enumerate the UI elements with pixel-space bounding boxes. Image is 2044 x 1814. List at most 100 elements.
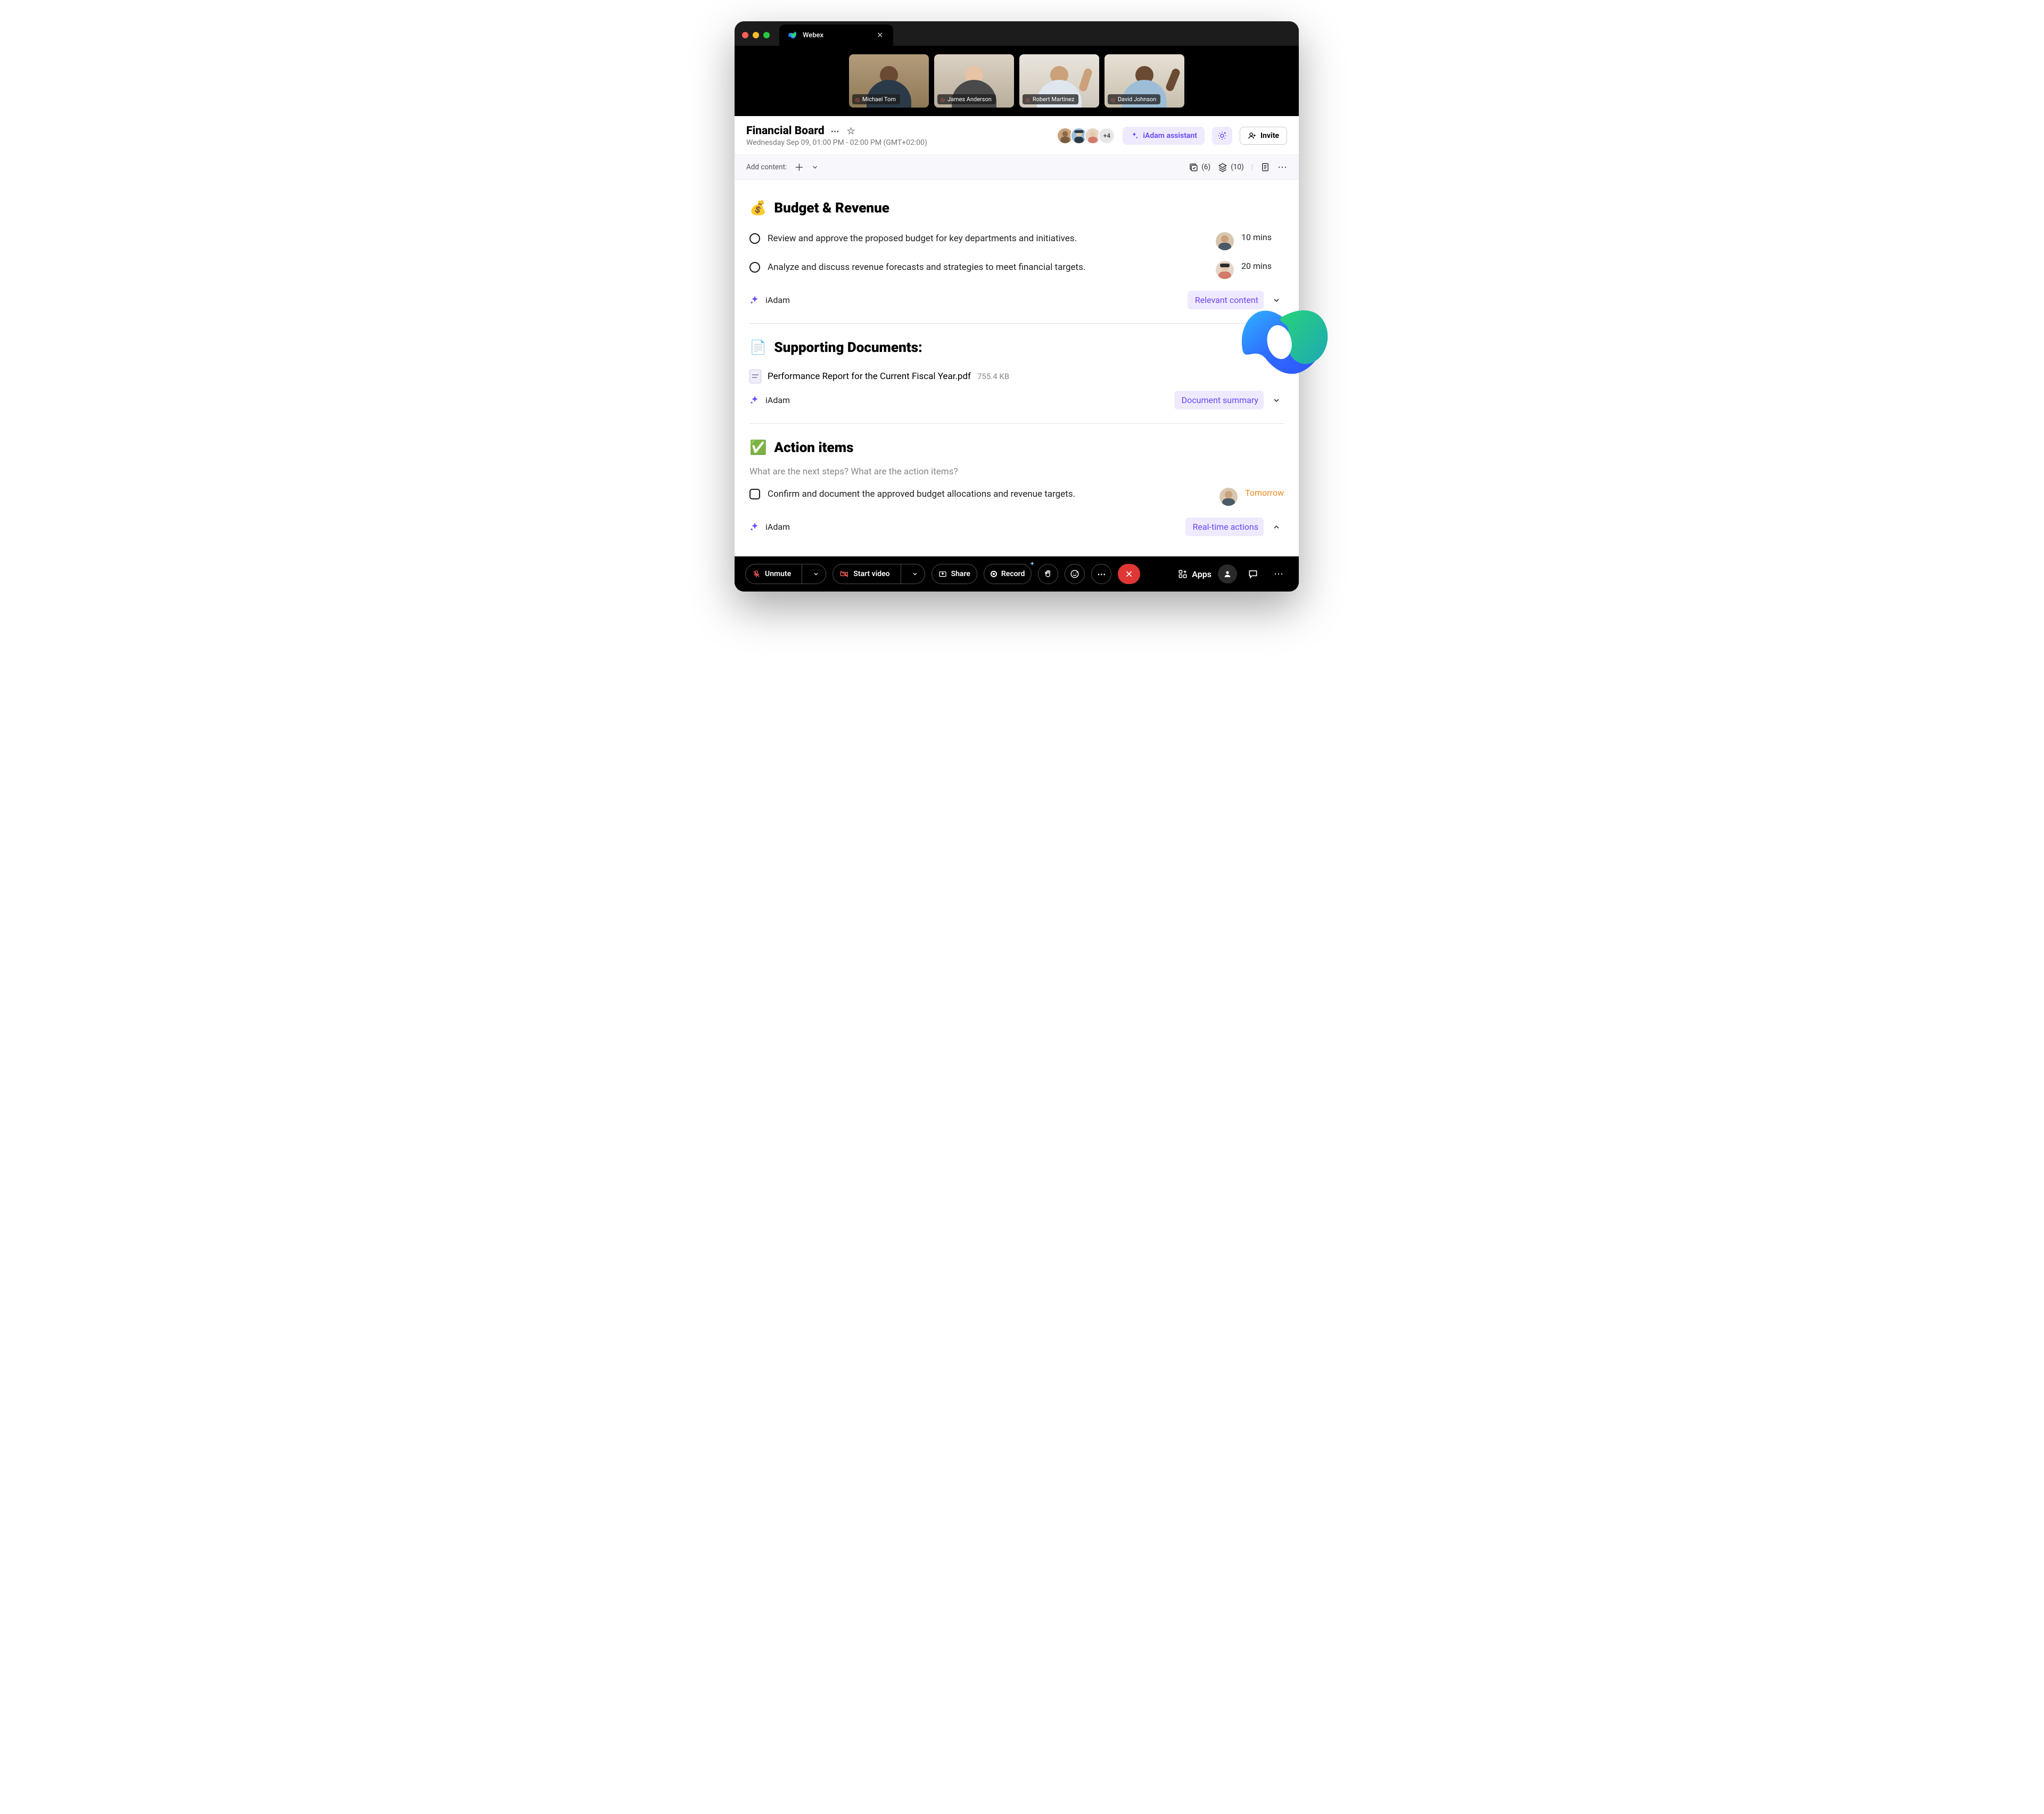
iadam-label: iAdam	[765, 295, 790, 305]
checkbox-round[interactable]	[749, 262, 760, 273]
mic-muted-icon: ⦸	[1111, 96, 1115, 103]
video-tile[interactable]: ⦸James Anderson	[934, 54, 1014, 108]
sparkle-icon	[749, 295, 760, 306]
section-budget: 💰 Budget & Revenue Review and approve th…	[749, 184, 1284, 324]
checkbox-round[interactable]	[749, 233, 760, 244]
attendee-avatars[interactable]: +4	[1060, 127, 1115, 144]
record-button[interactable]: Record ✦	[984, 564, 1032, 584]
section-title: Action items	[774, 440, 853, 456]
call-controls: Unmute Start video Share Record ✦	[735, 556, 1299, 592]
participant-name: Michael Tom	[862, 96, 896, 103]
chat-icon	[1248, 569, 1258, 579]
start-video-button[interactable]: Start video	[833, 564, 925, 584]
more-controls-button[interactable]: ⋯	[1091, 564, 1111, 584]
invite-button[interactable]: Invite	[1240, 127, 1287, 145]
iadam-row: iAdam Relevant content	[749, 291, 1284, 309]
file-row[interactable]: Performance Report for the Current Fisca…	[749, 366, 1284, 384]
share-icon	[938, 570, 947, 578]
gear-sparkle-icon	[1217, 131, 1227, 141]
more-button[interactable]: ⋯	[1278, 162, 1287, 173]
close-tab-icon[interactable]: ✕	[877, 30, 884, 40]
video-tile[interactable]: ⦸David Johnson	[1105, 54, 1184, 108]
checkbox-square[interactable]	[749, 489, 760, 499]
section-title: Budget & Revenue	[774, 200, 889, 216]
chevron-down-icon	[912, 571, 918, 577]
meeting-body: Financial Board ⋯ ☆ Wednesday Sep 09, 01…	[735, 116, 1299, 556]
check-icon: ✅	[749, 440, 767, 456]
invite-label: Invite	[1260, 132, 1279, 140]
add-content-button[interactable]: ＋	[794, 160, 804, 174]
avatar-overflow[interactable]: +4	[1098, 127, 1115, 144]
unmute-button[interactable]: Unmute	[745, 564, 826, 584]
video-menu[interactable]	[905, 567, 925, 581]
due-label: Tomorrow	[1245, 488, 1284, 498]
webex-icon	[787, 30, 797, 40]
more-options-icon[interactable]: ⋯	[831, 126, 840, 136]
person-icon	[1223, 570, 1232, 578]
layers-icon	[1218, 162, 1227, 172]
realtime-actions-button[interactable]: Real-time actions	[1185, 518, 1264, 536]
participant-name: James Anderson	[947, 96, 992, 103]
tasks-count[interactable]: (6)	[1189, 162, 1210, 172]
meeting-time: Wednesday Sep 09, 01:00 PM - 02:00 PM (G…	[746, 138, 1052, 147]
unmute-menu[interactable]	[806, 567, 826, 581]
avatar[interactable]	[1216, 232, 1234, 250]
start-video-label: Start video	[853, 570, 889, 578]
camera-off-icon	[839, 570, 849, 578]
agenda-text: Review and approve the proposed budget f…	[768, 232, 1208, 246]
tab-label: Webex	[803, 31, 823, 39]
video-tile[interactable]: ⦸Robert Martinez	[1019, 54, 1099, 108]
mic-muted-icon: ⦸	[941, 96, 945, 103]
sparkle-badge-icon: ✦	[1030, 561, 1034, 567]
expand-button[interactable]	[1269, 396, 1284, 405]
assistant-label: iAdam assistant	[1143, 132, 1197, 140]
avatar[interactable]	[1219, 488, 1238, 506]
agenda-duration: 20 mins	[1241, 261, 1284, 271]
add-content-menu[interactable]	[811, 163, 819, 171]
window-controls	[742, 32, 779, 46]
raise-hand-button[interactable]	[1038, 564, 1058, 584]
panels-more-button[interactable]: ⋯	[1269, 564, 1288, 584]
reactions-button[interactable]	[1065, 564, 1085, 584]
collapse-button[interactable]	[1269, 523, 1284, 531]
agenda-text: Analyze and discuss revenue forecasts an…	[768, 261, 1208, 275]
record-label: Record	[1001, 570, 1025, 578]
participants-panel-button[interactable]	[1218, 564, 1237, 584]
chevron-down-icon	[813, 571, 819, 577]
meeting-header: Financial Board ⋯ ☆ Wednesday Sep 09, 01…	[735, 116, 1299, 154]
mic-off-icon	[752, 570, 761, 578]
chat-panel-button[interactable]	[1243, 564, 1263, 584]
maximize-window-icon[interactable]	[763, 32, 770, 38]
mic-muted-icon: ⦸	[855, 96, 860, 103]
assistant-button[interactable]: iAdam assistant	[1123, 127, 1205, 145]
notes-icon	[1260, 162, 1270, 172]
active-tab[interactable]: Webex ✕	[779, 24, 893, 46]
sparkle-icon	[749, 395, 760, 406]
minimize-window-icon[interactable]	[753, 32, 759, 38]
video-tile[interactable]: ⦸Michael Tom	[849, 54, 929, 108]
agenda-duration: 10 mins	[1241, 232, 1284, 242]
apps-button[interactable]: Apps	[1178, 569, 1211, 579]
participant-name: David Johnson	[1118, 96, 1157, 103]
layers-count[interactable]: (10)	[1218, 162, 1244, 172]
file-icon	[749, 370, 761, 383]
apps-label: Apps	[1192, 569, 1211, 579]
close-window-icon[interactable]	[742, 32, 748, 38]
sparkle-icon	[1130, 132, 1139, 140]
end-call-button[interactable]	[1118, 564, 1140, 584]
invite-icon	[1248, 132, 1256, 140]
moneybag-icon: 💰	[749, 200, 767, 216]
section-title: Supporting Documents:	[774, 340, 922, 356]
titlebar: Webex ✕	[735, 21, 1299, 46]
notes-button[interactable]	[1260, 162, 1270, 172]
action-item: Confirm and document the approved budget…	[749, 482, 1284, 511]
share-button[interactable]: Share	[932, 564, 977, 584]
assistant-settings-button[interactable]	[1212, 127, 1232, 145]
iadam-label: iAdam	[765, 522, 790, 532]
agenda-item: Analyze and discuss revenue forecasts an…	[749, 256, 1284, 284]
favorite-star-icon[interactable]: ☆	[847, 126, 855, 137]
close-icon	[1125, 570, 1133, 578]
document-summary-button[interactable]: Document summary	[1174, 391, 1264, 409]
avatar[interactable]	[1216, 261, 1234, 279]
chevron-up-icon	[1272, 523, 1281, 531]
